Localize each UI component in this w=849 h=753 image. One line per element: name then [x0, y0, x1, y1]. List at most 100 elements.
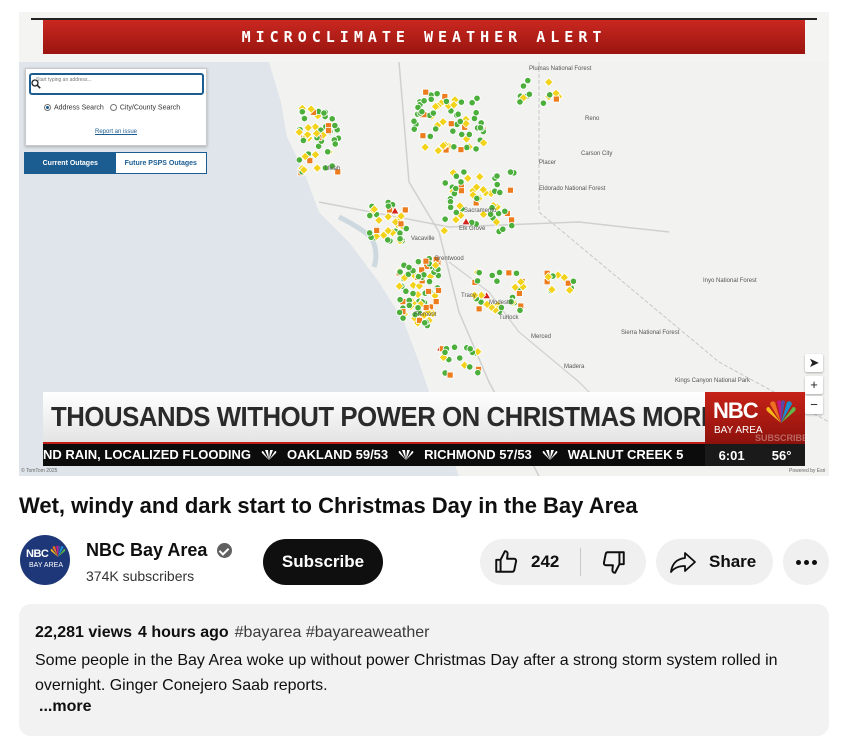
- outage-marker-green[interactable]: [405, 301, 413, 309]
- outage-marker-green[interactable]: [465, 130, 473, 139]
- outage-marker-orange[interactable]: [457, 146, 465, 154]
- outage-marker-green[interactable]: [456, 117, 464, 126]
- outage-marker-green[interactable]: [450, 343, 459, 351]
- outage-marker-green[interactable]: [452, 172, 460, 180]
- outage-marker-green[interactable]: [405, 263, 413, 272]
- outage-marker-green[interactable]: [474, 369, 482, 377]
- outage-marker-orange[interactable]: [432, 298, 440, 306]
- outage-marker-green[interactable]: [450, 143, 458, 151]
- outage-marker-green[interactable]: [366, 229, 374, 237]
- outage-marker-orange[interactable]: [425, 288, 432, 295]
- outage-marker-green[interactable]: [410, 125, 418, 133]
- outage-marker-green[interactable]: [516, 306, 524, 314]
- zoom-in-button[interactable]: +: [805, 376, 823, 394]
- outage-marker-green[interactable]: [454, 110, 462, 118]
- outage-marker-green[interactable]: [320, 109, 328, 117]
- outage-marker-green[interactable]: [414, 258, 422, 266]
- outage-marker-green[interactable]: [569, 277, 578, 285]
- outage-marker-green[interactable]: [512, 269, 521, 277]
- outage-marker-orange[interactable]: [422, 257, 430, 265]
- outage-marker-orange[interactable]: [507, 186, 514, 194]
- outage-marker-green[interactable]: [396, 296, 404, 304]
- outage-marker-green[interactable]: [501, 207, 509, 215]
- outage-marker-green[interactable]: [493, 172, 501, 180]
- outage-marker-orange[interactable]: [552, 95, 560, 103]
- outage-marker-green[interactable]: [488, 271, 496, 279]
- outage-marker-green[interactable]: [331, 121, 339, 130]
- zoom-out-button[interactable]: −: [805, 396, 823, 414]
- outage-marker-green[interactable]: [493, 277, 501, 285]
- show-more-link[interactable]: ...more: [39, 698, 91, 716]
- outage-marker-green[interactable]: [473, 277, 482, 285]
- outage-marker-green[interactable]: [452, 184, 460, 193]
- outage-marker-green[interactable]: [295, 156, 303, 164]
- outage-marker-green[interactable]: [466, 363, 474, 371]
- outage-marker-orange[interactable]: [419, 132, 427, 140]
- outage-marker-green[interactable]: [473, 194, 481, 203]
- outage-marker-green[interactable]: [410, 117, 418, 125]
- outage-marker-green[interactable]: [499, 225, 507, 233]
- outage-marker-orange[interactable]: [422, 88, 430, 96]
- address-search-input[interactable]: Start typing an address...: [29, 73, 204, 95]
- outage-marker-green[interactable]: [472, 109, 480, 117]
- outage-marker-green[interactable]: [447, 203, 455, 211]
- outage-marker-green[interactable]: [519, 82, 528, 90]
- description-box[interactable]: 22,281 views 4 hours ago #bayarea #bayarea…: [19, 604, 829, 736]
- outage-marker-green[interactable]: [466, 345, 474, 353]
- outage-marker-green[interactable]: [298, 108, 306, 116]
- outage-marker-green[interactable]: [506, 168, 515, 176]
- outage-marker-green[interactable]: [426, 132, 434, 140]
- outage-marker-green[interactable]: [546, 91, 554, 99]
- outage-marker-green[interactable]: [331, 140, 339, 148]
- outage-marker-green[interactable]: [524, 76, 532, 85]
- outage-marker-green[interactable]: [299, 136, 307, 145]
- outage-marker-orange[interactable]: [516, 290, 523, 297]
- outage-marker-green[interactable]: [409, 289, 417, 298]
- outage-marker-green[interactable]: [384, 202, 392, 210]
- outage-marker-green[interactable]: [427, 95, 435, 103]
- outage-marker-orange[interactable]: [446, 371, 454, 379]
- subscribe-button[interactable]: Subscribe: [263, 539, 383, 585]
- outage-marker-green[interactable]: [496, 188, 504, 197]
- outage-marker-green[interactable]: [414, 272, 423, 281]
- outage-marker-green[interactable]: [300, 114, 309, 123]
- channel-name[interactable]: NBC Bay Area: [86, 540, 207, 561]
- outage-marker-green[interactable]: [472, 145, 480, 153]
- outage-marker-green[interactable]: [402, 287, 410, 295]
- outage-marker-green[interactable]: [396, 308, 404, 317]
- report-issue-link[interactable]: Report an issue: [26, 129, 206, 135]
- outage-marker-green[interactable]: [441, 179, 449, 187]
- outage-marker-green[interactable]: [458, 130, 466, 139]
- outage-marker-green[interactable]: [396, 235, 404, 243]
- outage-marker-green[interactable]: [476, 124, 485, 132]
- outage-marker-orange[interactable]: [435, 287, 442, 294]
- outage-marker-green[interactable]: [384, 236, 392, 244]
- outage-marker-green[interactable]: [460, 168, 468, 176]
- dislike-button[interactable]: [581, 539, 646, 585]
- outage-marker-green[interactable]: [516, 98, 524, 106]
- outage-marker-green[interactable]: [457, 178, 465, 186]
- outage-marker-green[interactable]: [493, 180, 501, 189]
- outage-marker-green[interactable]: [463, 143, 471, 152]
- outage-marker-green[interactable]: [495, 268, 504, 277]
- outage-marker-orange[interactable]: [458, 187, 465, 195]
- outage-marker-green[interactable]: [441, 215, 449, 223]
- outage-marker-orange[interactable]: [325, 127, 332, 135]
- share-button[interactable]: Share: [656, 539, 773, 585]
- outage-marker-green[interactable]: [449, 127, 457, 135]
- more-actions-button[interactable]: [783, 539, 829, 585]
- outage-marker-green[interactable]: [420, 97, 428, 105]
- outage-marker-orange[interactable]: [401, 206, 409, 214]
- outage-marker-orange[interactable]: [505, 269, 513, 277]
- like-button[interactable]: 242: [480, 539, 580, 585]
- search-icon[interactable]: [31, 79, 41, 89]
- outage-marker-green[interactable]: [539, 99, 547, 107]
- outage-marker-green[interactable]: [396, 268, 404, 276]
- outage-marker-orange[interactable]: [373, 227, 381, 234]
- outage-marker-green[interactable]: [425, 277, 434, 286]
- outage-marker-green[interactable]: [421, 319, 429, 327]
- radio-city-county-search[interactable]: City/County Search: [109, 104, 180, 111]
- outage-marker-green[interactable]: [441, 348, 449, 356]
- outage-marker-green[interactable]: [433, 90, 441, 98]
- video-player[interactable]: MICROCLIMATE WEATHER ALERT Ukiah Plumas …: [19, 12, 829, 476]
